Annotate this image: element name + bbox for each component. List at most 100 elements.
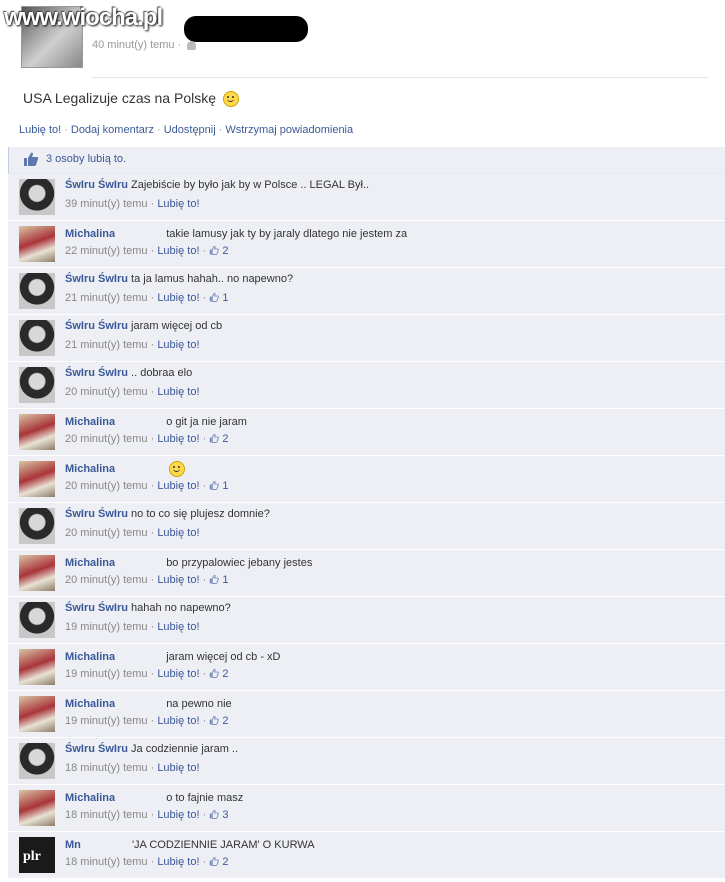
comment-item: Michalina takie lamusy jak ty by jaraly …: [8, 221, 725, 268]
comment-like-count[interactable]: 1: [219, 480, 228, 492]
comment-avatar[interactable]: plr: [19, 837, 55, 873]
comment-text: Ja codziennie jaram ..: [131, 743, 239, 755]
comment-like-link[interactable]: Lubię to!: [157, 762, 199, 774]
comment-like-link[interactable]: Lubię to!: [157, 527, 199, 539]
comment-avatar[interactable]: [19, 602, 55, 638]
comment-author[interactable]: Michalina: [65, 416, 115, 428]
share-link[interactable]: Udostępnij: [164, 124, 216, 136]
comment-like-link[interactable]: Lubię to!: [157, 198, 199, 210]
comment-time[interactable]: 20 minut(y) temu: [65, 433, 148, 445]
comment-avatar[interactable]: [19, 508, 55, 544]
comment-like-count[interactable]: 1: [219, 292, 228, 304]
comment-item: Michalina bo przypalowiec jebany jestes 2…: [8, 550, 725, 597]
comment-avatar[interactable]: [19, 743, 55, 779]
comment-item: plr Mn 'JA CODZIENNIE JARAM' O KURWA 18 mi…: [8, 832, 725, 879]
watermark-logo: www.wiocha.pl: [4, 4, 163, 31]
comment-like-link[interactable]: Lubię to!: [157, 245, 199, 257]
comment-like-link[interactable]: Lubię to!: [157, 574, 199, 586]
comment-avatar[interactable]: [19, 790, 55, 826]
comment-avatar[interactable]: [19, 273, 55, 309]
comment-text: no to co się plujesz domnie?: [131, 508, 270, 520]
comment-author[interactable]: Michalina: [65, 651, 115, 663]
post-time[interactable]: 40 minut(y) temu: [92, 39, 175, 51]
redacted-name: [115, 226, 164, 237]
comment-like-count[interactable]: 3: [219, 809, 228, 821]
smiley-icon: [169, 461, 186, 478]
comment-time[interactable]: 21 minut(y) temu: [65, 339, 148, 351]
comment-time[interactable]: 39 minut(y) temu: [65, 198, 148, 210]
comment-avatar[interactable]: [19, 649, 55, 685]
comment-author[interactable]: ŚwIru ŚwIru: [65, 508, 128, 520]
comment-author[interactable]: ŚwIru ŚwIru: [65, 743, 128, 755]
comment-author[interactable]: ŚwIru ŚwIru: [65, 179, 128, 191]
comment-avatar[interactable]: [19, 367, 55, 403]
comment-time[interactable]: 22 minut(y) temu: [65, 245, 148, 257]
comment-like-link[interactable]: Lubię to!: [157, 668, 199, 680]
comment-item: Michalina 20 minut(y) temu · Lubię to! ·…: [8, 456, 725, 503]
post-header: www.wiocha.pl 40 minut(y) temu ·: [0, 0, 725, 80]
redacted-name: [115, 461, 164, 472]
comment-text: na pewno nie: [166, 698, 232, 710]
comment-author[interactable]: Michalina: [65, 557, 115, 569]
comment-author[interactable]: ŚwIru ŚwIru: [65, 602, 128, 614]
comment-text: ta ja lamus hahah.. no napewno?: [131, 273, 294, 285]
add-comment-link[interactable]: Dodaj komentarz: [71, 124, 154, 136]
comment-author[interactable]: Michalina: [65, 228, 115, 240]
like-link[interactable]: Lubię to!: [19, 124, 61, 136]
thumbs-up-icon: [210, 716, 220, 725]
likes-count-link[interactable]: 3 osoby lubią to.: [46, 153, 126, 165]
comment-like-count[interactable]: 1: [219, 574, 228, 586]
comment-like-link[interactable]: Lubię to!: [157, 621, 199, 633]
comment-time[interactable]: 18 minut(y) temu: [65, 856, 148, 868]
comment-author[interactable]: Michalina: [65, 698, 115, 710]
comment-avatar[interactable]: [19, 696, 55, 732]
comment-like-count[interactable]: 2: [219, 433, 228, 445]
comment-avatar[interactable]: [19, 414, 55, 450]
comment-time[interactable]: 20 minut(y) temu: [65, 386, 148, 398]
comment-avatar[interactable]: [19, 461, 55, 497]
comment-time[interactable]: 18 minut(y) temu: [65, 809, 148, 821]
comment-like-count[interactable]: 2: [219, 245, 228, 257]
comment-time[interactable]: 20 minut(y) temu: [65, 480, 148, 492]
comment-like-count[interactable]: 2: [219, 715, 228, 727]
comment-like-link[interactable]: Lubię to!: [157, 386, 199, 398]
post-text: USA Legalizuje czas na Polskę: [23, 90, 239, 108]
comment-avatar[interactable]: [19, 320, 55, 356]
comment-text: o to fajnie masz: [166, 792, 244, 804]
comment-like-link[interactable]: Lubię to!: [157, 856, 199, 868]
comment-time[interactable]: 20 minut(y) temu: [65, 574, 148, 586]
stop-notifications-link[interactable]: Wstrzymaj powiadomienia: [225, 124, 353, 136]
comment-like-count[interactable]: 2: [219, 856, 228, 868]
redacted-name: [115, 414, 164, 425]
comment-item: ŚwIru ŚwIru no to co się plujesz domnie?…: [8, 503, 725, 550]
comment-time[interactable]: 19 minut(y) temu: [65, 715, 148, 727]
comment-time[interactable]: 18 minut(y) temu: [65, 762, 148, 774]
comment-time[interactable]: 19 minut(y) temu: [65, 668, 148, 680]
comment-time[interactable]: 19 minut(y) temu: [65, 621, 148, 633]
comments-list: ŚwIru ŚwIru Zajebiście by było jak by w …: [8, 174, 725, 879]
comment-like-link[interactable]: Lubię to!: [157, 339, 199, 351]
comment-item: ŚwIru ŚwIru Ja codziennie jaram .. 18 min…: [8, 738, 725, 785]
comment-text: bo przypalowiec jebany jestes: [166, 557, 313, 569]
comment-like-link[interactable]: Lubię to!: [157, 809, 199, 821]
comment-author[interactable]: Michalina: [65, 792, 115, 804]
comment-avatar[interactable]: [19, 226, 55, 262]
comment-author[interactable]: ŚwIru ŚwIru: [65, 367, 128, 379]
comment-time[interactable]: 20 minut(y) temu: [65, 527, 148, 539]
comment-item: ŚwIru ŚwIru .. dobraa elo 20 minut(y) tem…: [8, 362, 725, 409]
comment-author[interactable]: ŚwIru ŚwIru: [65, 273, 128, 285]
comment-time[interactable]: 21 minut(y) temu: [65, 292, 148, 304]
privacy-friends-icon[interactable]: [187, 40, 197, 50]
comment-like-link[interactable]: Lubię to!: [157, 292, 199, 304]
comment-author[interactable]: ŚwIru ŚwIru: [65, 320, 128, 332]
comment-like-link[interactable]: Lubię to!: [157, 433, 199, 445]
comment-author[interactable]: Mn: [65, 839, 81, 851]
thumbs-up-icon: [210, 810, 220, 819]
comment-avatar[interactable]: [19, 179, 55, 215]
comment-avatar[interactable]: [19, 555, 55, 591]
comment-like-link[interactable]: Lubię to!: [157, 480, 199, 492]
comment-item: Michalina o to fajnie masz 18 minut(y) te…: [8, 785, 725, 832]
comment-author[interactable]: Michalina: [65, 463, 115, 475]
comment-like-link[interactable]: Lubię to!: [157, 715, 199, 727]
comment-like-count[interactable]: 2: [219, 668, 228, 680]
